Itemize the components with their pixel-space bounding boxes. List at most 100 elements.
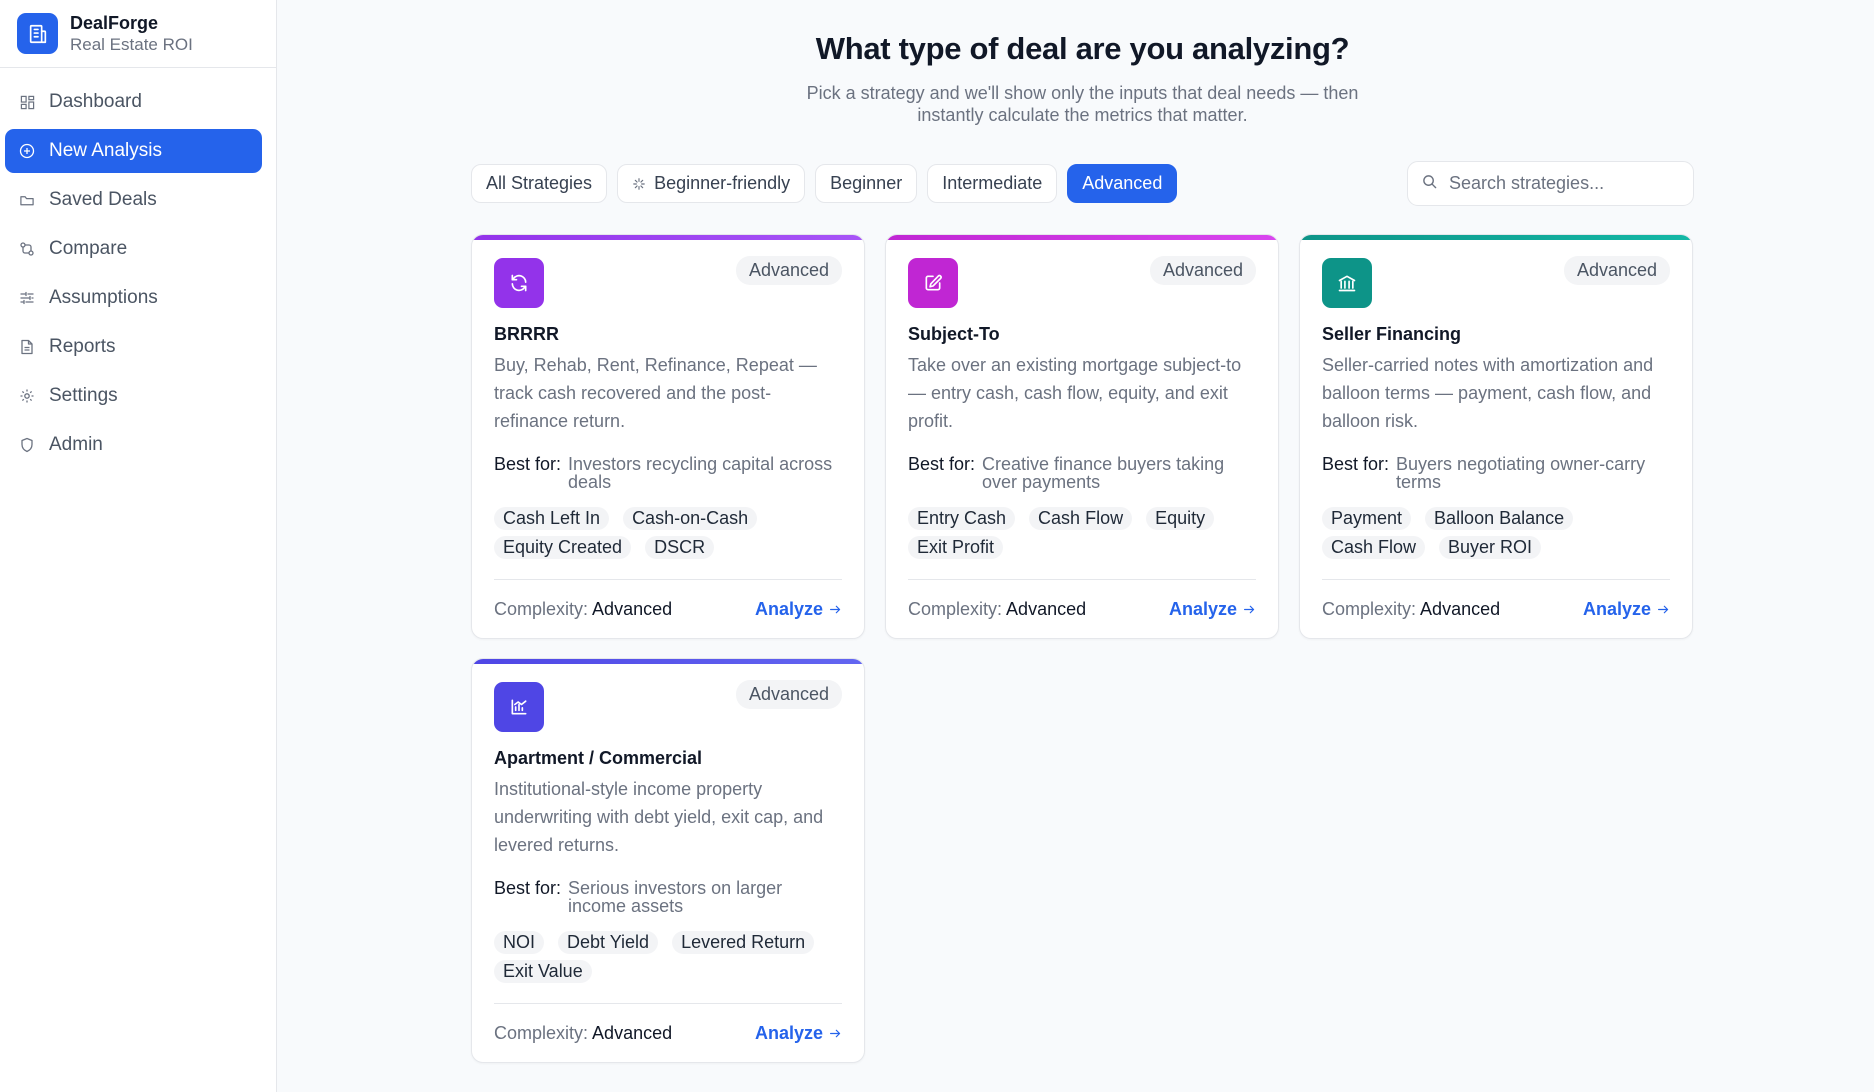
page-title: What type of deal are you analyzing? bbox=[815, 31, 1350, 66]
filter-beginner[interactable]: Beginner bbox=[815, 164, 918, 203]
plus-circle-icon bbox=[19, 143, 35, 159]
shield-icon bbox=[19, 437, 35, 453]
metric-tag: NOI bbox=[494, 931, 545, 954]
best-for-value: Creative finance buyers taking over paym… bbox=[982, 454, 1225, 492]
sidebar-item-new-analysis[interactable]: New Analysis bbox=[5, 129, 262, 173]
arrow-right-icon bbox=[829, 603, 842, 616]
metric-tag: Payment bbox=[1322, 507, 1412, 530]
best-for: Best for: Creative finance buyers taking… bbox=[908, 455, 1256, 491]
metric-tag: DSCR bbox=[645, 536, 715, 559]
strategy-card-subject-to[interactable]: Advanced Subject-To Take over an existin… bbox=[885, 234, 1279, 639]
filter-all-strategies[interactable]: All Strategies bbox=[471, 164, 608, 203]
analyze-label: Analyze bbox=[1168, 598, 1237, 619]
bank-icon bbox=[1322, 258, 1372, 308]
strategy-filters: All Strategies Beginner-friendly Beginne… bbox=[471, 164, 1178, 203]
sliders-icon bbox=[19, 290, 35, 306]
analyze-link[interactable]: Analyze bbox=[1583, 599, 1670, 620]
best-for: Best for: Buyers negotiating owner-carry… bbox=[1322, 455, 1670, 491]
best-for: Best for: Investors recycling capital ac… bbox=[494, 455, 842, 491]
strategy-card-seller-financing[interactable]: Advanced Seller Financing Seller-carried… bbox=[1299, 234, 1693, 639]
best-for-value: Buyers negotiating owner-carry terms bbox=[1396, 454, 1646, 492]
file-icon bbox=[19, 339, 35, 355]
metric-tags: Cash Left In Cash-on-Cash Equity Created… bbox=[494, 507, 824, 559]
metric-tags: NOI Debt Yield Levered Return Exit Value bbox=[494, 931, 824, 983]
filter-advanced[interactable]: Advanced bbox=[1067, 164, 1178, 203]
sidebar-item-label: Admin bbox=[49, 434, 103, 455]
best-for-label: Best for: bbox=[494, 878, 562, 898]
analyze-link[interactable]: Analyze bbox=[755, 599, 842, 620]
strategy-card-brrrr[interactable]: Advanced BRRRR Buy, Rehab, Rent, Refinan… bbox=[471, 234, 865, 639]
card-footer: Complexity: Advanced Analyze bbox=[494, 579, 842, 638]
metric-tag: Cash Flow bbox=[1029, 507, 1133, 530]
filter-label: Beginner-friendly bbox=[654, 173, 791, 193]
card-description: Take over an existing mortgage subject-t… bbox=[908, 355, 1242, 431]
metric-tag: Buyer ROI bbox=[1439, 536, 1542, 559]
filter-label: Advanced bbox=[1082, 173, 1163, 193]
analyze-label: Analyze bbox=[1582, 598, 1651, 619]
complexity-text: Complexity: Advanced bbox=[494, 599, 672, 620]
best-for-value: Serious investors on larger income asset… bbox=[568, 878, 783, 916]
brand[interactable]: DealForge Real Estate ROI bbox=[0, 0, 276, 68]
complexity-text: Complexity: Advanced bbox=[1322, 599, 1500, 620]
metric-tags: Entry Cash Cash Flow Equity Exit Profit bbox=[908, 507, 1238, 559]
best-for: Best for: Serious investors on larger in… bbox=[494, 879, 842, 915]
complexity-badge: Advanced bbox=[1149, 256, 1256, 285]
analyze-link[interactable]: Analyze bbox=[755, 1023, 842, 1044]
complexity-value: Advanced bbox=[1006, 598, 1087, 619]
complexity-label: Complexity: bbox=[494, 598, 589, 619]
sidebar-item-admin[interactable]: Admin bbox=[5, 423, 262, 467]
metric-tags: Payment Balloon Balance Cash Flow Buyer … bbox=[1322, 507, 1652, 559]
card-title: Subject-To bbox=[908, 324, 1000, 344]
metric-tag: Entry Cash bbox=[908, 507, 1016, 530]
card-footer: Complexity: Advanced Analyze bbox=[494, 1003, 842, 1062]
sidebar-item-label: Settings bbox=[49, 385, 118, 406]
sidebar-item-label: Saved Deals bbox=[49, 189, 157, 210]
sidebar-item-saved-deals[interactable]: Saved Deals bbox=[5, 178, 262, 222]
metric-tag: Equity bbox=[1146, 507, 1215, 530]
page-subtitle: Pick a strategy and we'll show only the … bbox=[806, 83, 1359, 125]
sidebar-nav: Dashboard New Analysis Saved Deals Compa… bbox=[0, 68, 276, 467]
sidebar-item-reports[interactable]: Reports bbox=[5, 325, 262, 369]
best-for-label: Best for: bbox=[494, 454, 562, 474]
chart-icon bbox=[494, 682, 544, 732]
analyze-link[interactable]: Analyze bbox=[1169, 599, 1256, 620]
card-footer: Complexity: Advanced Analyze bbox=[1322, 579, 1670, 638]
sidebar-item-settings[interactable]: Settings bbox=[5, 374, 262, 418]
metric-tag: Exit Profit bbox=[908, 536, 1004, 559]
filter-beginner-friendly[interactable]: Beginner-friendly bbox=[617, 164, 806, 203]
complexity-label: Complexity: bbox=[908, 598, 1003, 619]
complexity-value: Advanced bbox=[1420, 598, 1501, 619]
search-icon bbox=[1422, 174, 1437, 194]
filter-intermediate[interactable]: Intermediate bbox=[927, 164, 1058, 203]
main-content: What type of deal are you analyzing? Pic… bbox=[278, 0, 1874, 1092]
sidebar-item-assumptions[interactable]: Assumptions bbox=[5, 276, 262, 320]
filter-label: Beginner bbox=[830, 173, 903, 193]
metric-tag: Cash Left In bbox=[494, 507, 610, 530]
sidebar-item-label: Dashboard bbox=[49, 91, 142, 112]
card-description: Institutional-style income property unde… bbox=[494, 779, 824, 855]
complexity-value: Advanced bbox=[592, 598, 673, 619]
strategy-card-apartment-commercial[interactable]: Advanced Apartment / Commercial Institut… bbox=[471, 658, 865, 1063]
gear-icon bbox=[19, 388, 35, 404]
compare-icon bbox=[19, 241, 35, 257]
arrow-right-icon bbox=[1657, 603, 1670, 616]
sidebar-item-label: Reports bbox=[49, 336, 116, 357]
best-for-value: Investors recycling capital across deals bbox=[568, 454, 833, 492]
sparkle-icon bbox=[632, 177, 646, 191]
analyze-label: Analyze bbox=[754, 1022, 823, 1043]
metric-tag: Levered Return bbox=[672, 931, 815, 954]
sidebar-item-dashboard[interactable]: Dashboard bbox=[5, 80, 262, 124]
card-description: Buy, Rehab, Rent, Refinance, Repeat — tr… bbox=[494, 355, 817, 431]
filter-label: All Strategies bbox=[486, 173, 593, 193]
complexity-label: Complexity: bbox=[494, 1022, 589, 1043]
folder-icon bbox=[19, 192, 35, 208]
search-box bbox=[1407, 161, 1694, 206]
sidebar-item-label: Compare bbox=[49, 238, 128, 259]
complexity-text: Complexity: Advanced bbox=[494, 1023, 672, 1044]
complexity-badge: Advanced bbox=[1563, 256, 1670, 285]
building-icon bbox=[17, 13, 58, 54]
arrow-right-icon bbox=[1243, 603, 1256, 616]
sidebar-item-compare[interactable]: Compare bbox=[5, 227, 262, 271]
search-input[interactable] bbox=[1449, 173, 1679, 194]
complexity-badge: Advanced bbox=[735, 256, 842, 285]
